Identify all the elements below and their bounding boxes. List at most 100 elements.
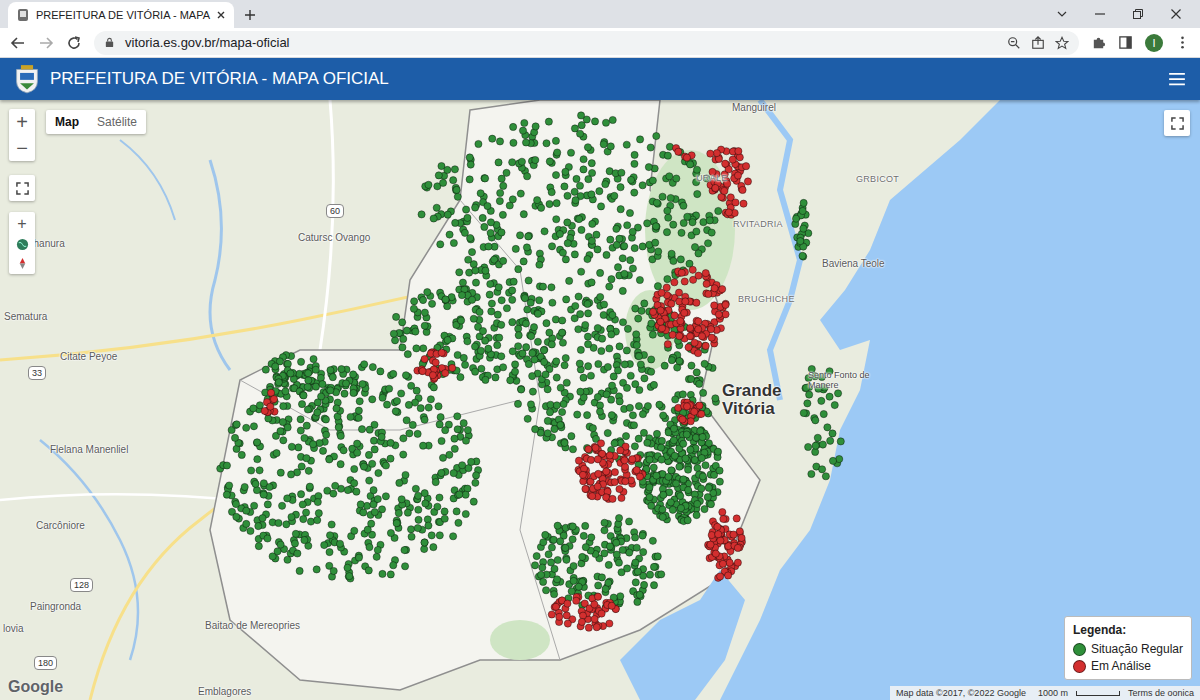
map-marker[interactable] (409, 421, 416, 428)
map-marker[interactable] (541, 346, 548, 353)
map-marker[interactable] (608, 276, 615, 283)
map-marker[interactable] (636, 386, 643, 393)
map-marker[interactable] (414, 524, 421, 531)
map-marker[interactable] (460, 354, 467, 361)
map-marker[interactable] (254, 439, 261, 446)
map-marker[interactable] (646, 571, 653, 578)
map-marker[interactable] (515, 332, 522, 339)
map-marker[interactable] (689, 219, 696, 226)
map-marker[interactable] (260, 491, 267, 498)
map-marker[interactable] (561, 183, 568, 190)
map-marker[interactable] (573, 175, 580, 182)
map-marker[interactable] (715, 311, 722, 318)
map-marker[interactable] (495, 159, 502, 166)
map-marker[interactable] (594, 593, 601, 600)
map-marker[interactable] (326, 456, 333, 463)
map-marker[interactable] (648, 502, 655, 509)
map-marker[interactable] (517, 385, 524, 392)
map-marker[interactable] (252, 480, 259, 487)
map-marker[interactable] (479, 214, 486, 221)
map-marker[interactable] (529, 372, 536, 379)
map-marker[interactable] (327, 367, 334, 374)
map-marker[interactable] (647, 144, 654, 151)
map-marker[interactable] (515, 325, 522, 332)
map-marker[interactable] (468, 458, 475, 465)
map-marker[interactable] (395, 509, 402, 516)
map-marker[interactable] (393, 520, 400, 527)
map-marker[interactable] (621, 361, 628, 368)
map-marker[interactable] (577, 112, 584, 119)
map-marker[interactable] (305, 467, 312, 474)
map-marker[interactable] (233, 421, 240, 428)
map-marker[interactable] (430, 384, 437, 391)
map-marker[interactable] (585, 363, 592, 370)
map-marker[interactable] (837, 438, 844, 445)
map-marker[interactable] (412, 485, 419, 492)
map-marker[interactable] (569, 446, 576, 453)
map-marker[interactable] (272, 363, 279, 370)
map-marker[interactable] (698, 454, 705, 461)
minimize-icon[interactable] (1094, 8, 1106, 20)
map-marker[interactable] (537, 571, 544, 578)
zoom-icon[interactable] (1007, 36, 1021, 50)
map-marker[interactable] (549, 299, 556, 306)
map-marker[interactable] (734, 172, 741, 179)
map-marker[interactable] (601, 550, 608, 557)
restore-icon[interactable] (1132, 8, 1144, 20)
map-marker[interactable] (711, 285, 718, 292)
map-marker[interactable] (477, 190, 484, 197)
map-marker[interactable] (454, 413, 461, 420)
map-marker[interactable] (458, 292, 465, 299)
map-marker[interactable] (509, 348, 516, 355)
profile-avatar[interactable]: I (1145, 34, 1163, 52)
map-marker[interactable] (671, 312, 678, 319)
map-marker[interactable] (664, 152, 671, 159)
map-marker[interactable] (677, 256, 684, 263)
map-marker[interactable] (438, 349, 445, 356)
map-marker[interactable] (327, 387, 334, 394)
map-marker[interactable] (247, 527, 254, 534)
map-marker[interactable] (580, 532, 587, 539)
map-marker[interactable] (299, 501, 306, 508)
map-marker[interactable] (672, 396, 679, 403)
map-marker[interactable] (337, 432, 344, 439)
map-marker[interactable] (611, 192, 618, 199)
map-marker[interactable] (525, 360, 532, 367)
map-marker[interactable] (223, 491, 230, 498)
map-marker[interactable] (619, 546, 626, 553)
map-marker[interactable] (644, 439, 651, 446)
map-marker[interactable] (419, 442, 426, 449)
map-marker[interactable] (369, 363, 376, 370)
map-marker[interactable] (652, 223, 659, 230)
map-marker[interactable] (288, 443, 295, 450)
close-window-icon[interactable] (1170, 8, 1182, 20)
map-marker[interactable] (675, 289, 682, 296)
map-marker[interactable] (650, 464, 657, 471)
map-marker[interactable] (557, 384, 564, 391)
map-marker[interactable] (631, 189, 638, 196)
map-marker[interactable] (799, 207, 806, 214)
map-marker[interactable] (554, 149, 561, 156)
map-marker[interactable] (374, 495, 381, 502)
map-marker[interactable] (534, 197, 541, 204)
map-marker[interactable] (645, 164, 652, 171)
map-marker[interactable] (671, 279, 678, 286)
map-marker[interactable] (472, 204, 479, 211)
map-marker[interactable] (472, 472, 479, 479)
map-marker[interactable] (631, 245, 638, 252)
map-marker[interactable] (550, 536, 557, 543)
map-marker[interactable] (509, 159, 516, 166)
map-marker[interactable] (472, 479, 479, 486)
map-marker[interactable] (421, 545, 428, 552)
map-marker[interactable] (223, 462, 230, 469)
map-marker[interactable] (605, 579, 612, 586)
map-marker[interactable] (698, 485, 705, 492)
map-marker[interactable] (536, 297, 543, 304)
map-marker[interactable] (659, 514, 666, 521)
map-marker[interactable] (601, 519, 608, 526)
map-marker[interactable] (403, 327, 410, 334)
map-marker[interactable] (820, 410, 827, 417)
map-marker[interactable] (540, 539, 547, 546)
map-marker[interactable] (319, 381, 326, 388)
map-marker[interactable] (660, 412, 667, 419)
